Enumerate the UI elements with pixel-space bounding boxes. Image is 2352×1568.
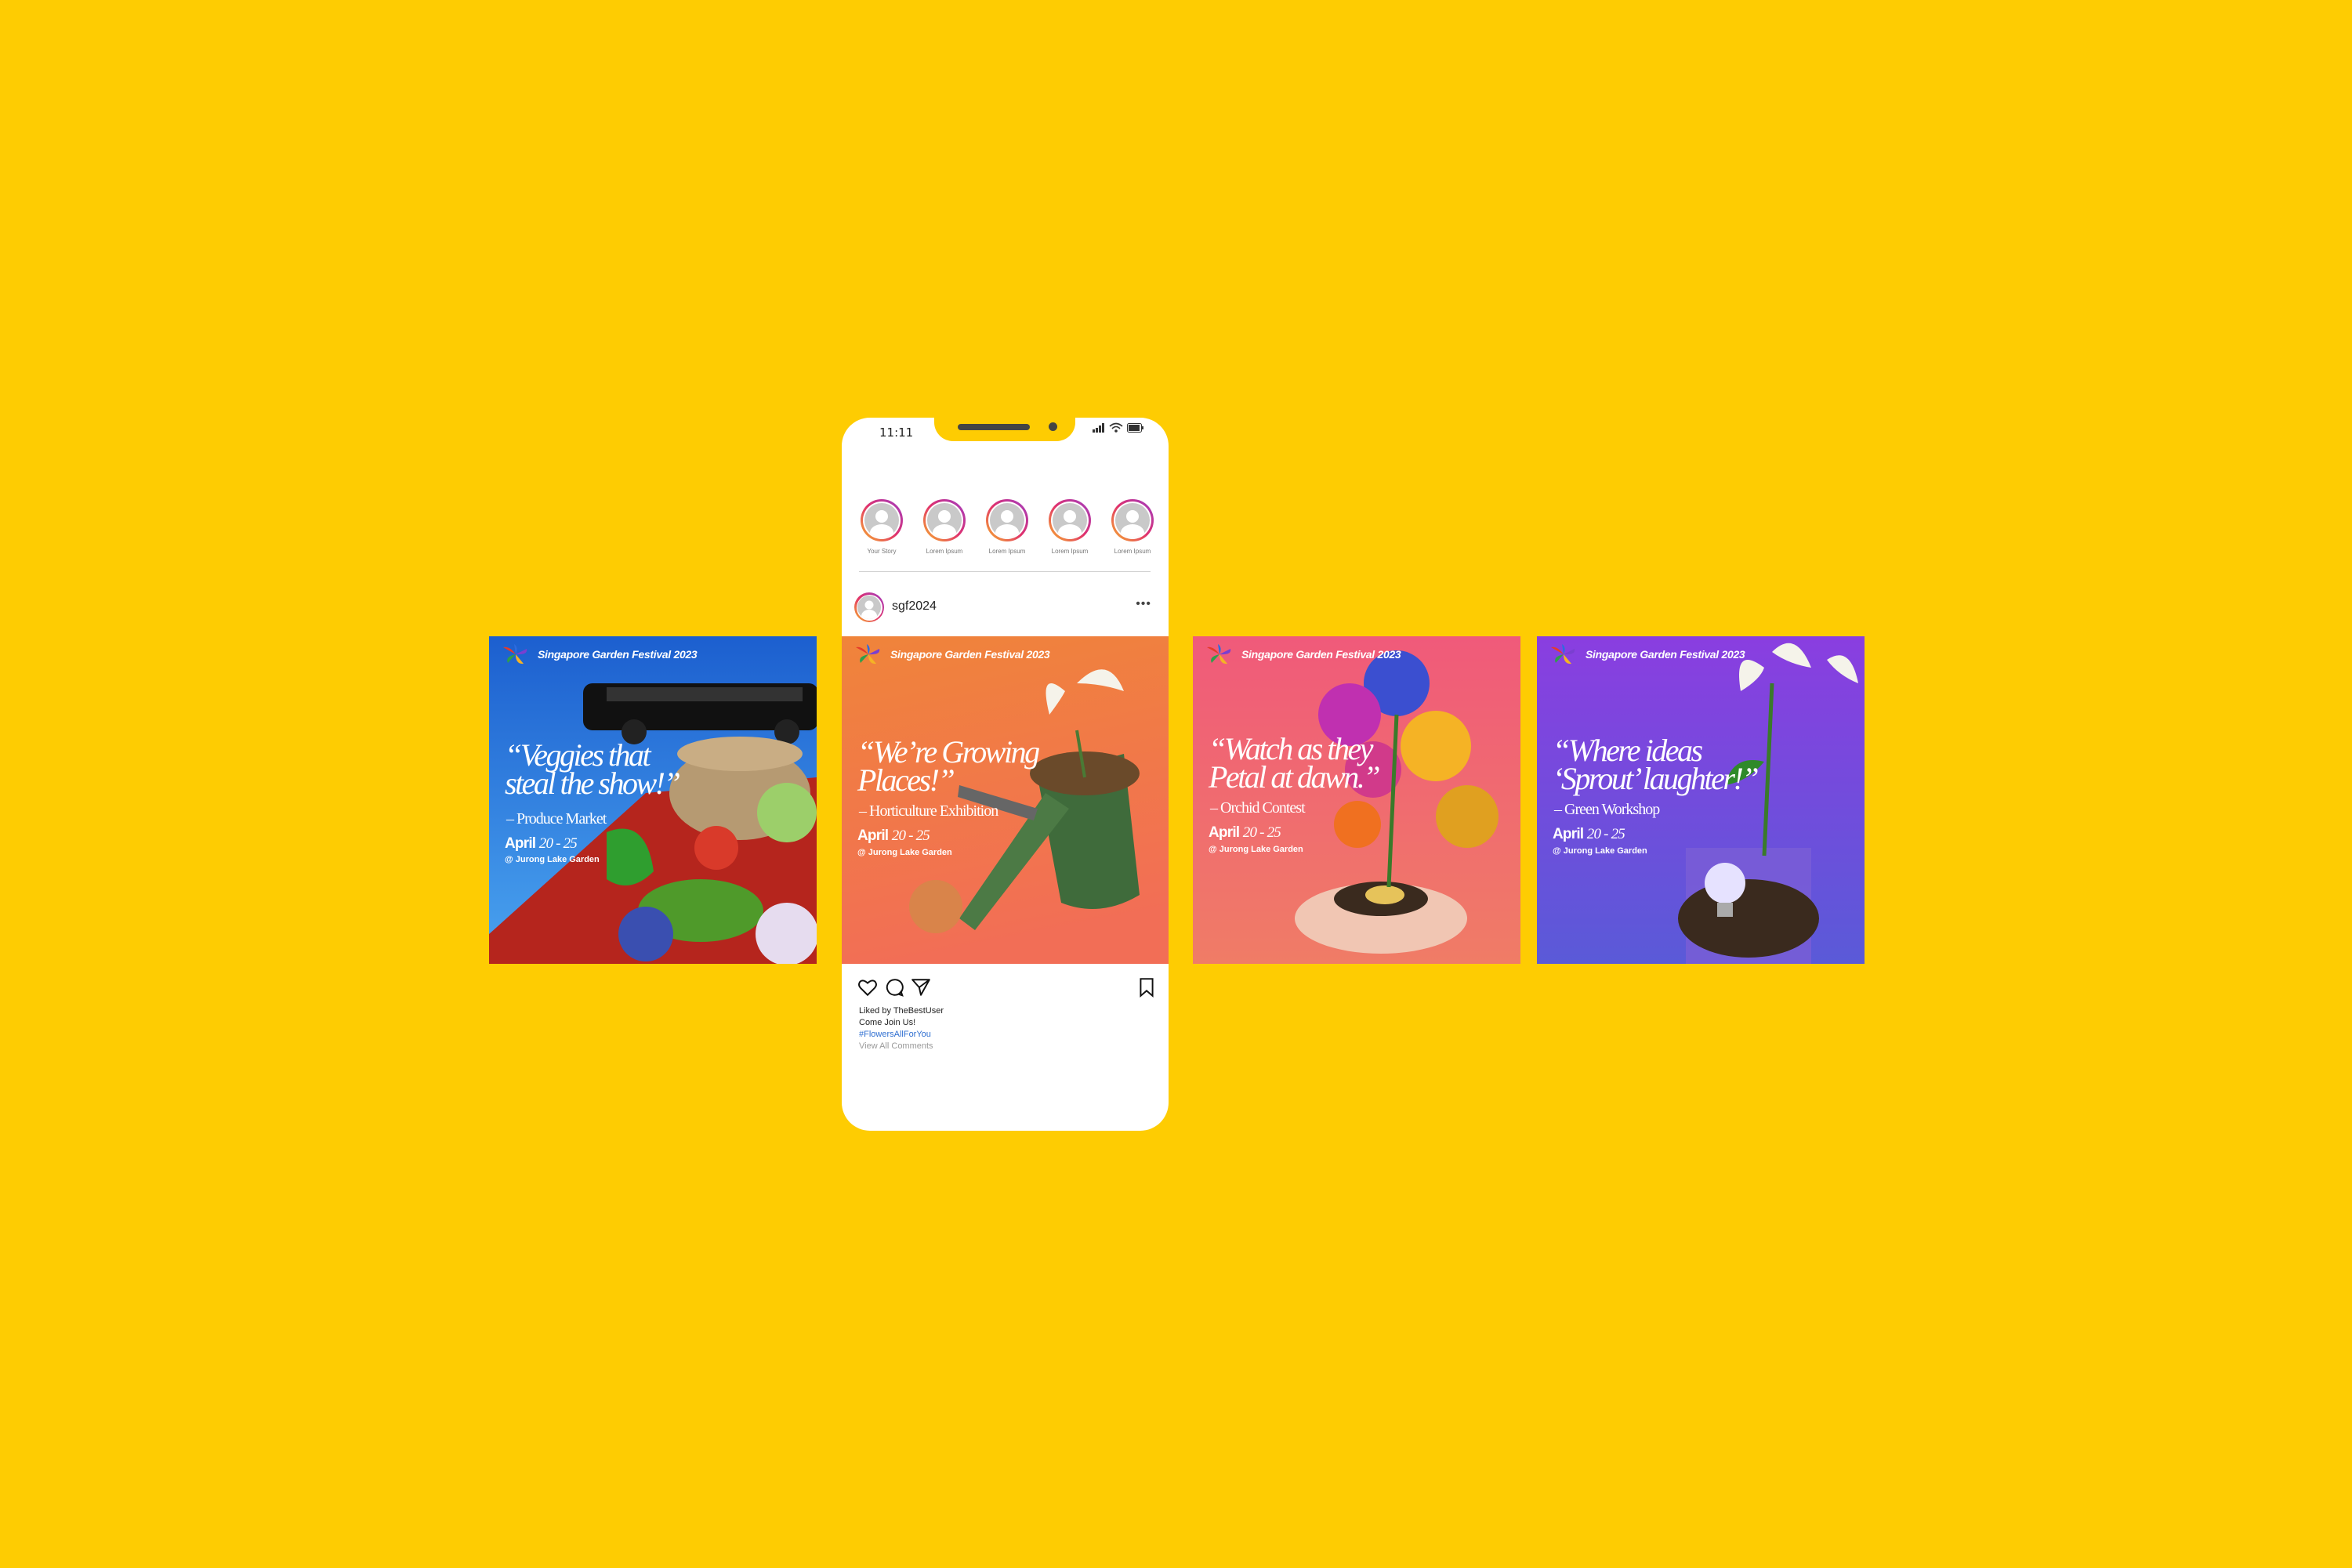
wifi-icon [1109,422,1123,433]
signal-icon [1093,423,1104,433]
post-venue: @ Jurong Lake Garden [1209,845,1303,854]
stories-row: Your Story Lorem Ipsum Lorem Ipsum Lorem… [857,499,1157,555]
stories-divider [859,571,1151,572]
avatar [1053,503,1087,538]
post-produce-market[interactable]: Singapore Garden Festival 2023 “Veggies … [489,636,817,964]
festival-name: Singapore Garden Festival 2023 [1241,648,1401,661]
avatar [927,503,962,538]
post-date: April 20 - 25 [857,827,930,844]
headline-line: Places!” [857,762,955,798]
post-subtitle: – Orchid Contest [1210,799,1306,817]
post-username[interactable]: sgf2024 [892,599,937,614]
festival-brand: Singapore Garden Festival 2023 [853,643,1050,666]
phone-mockup: 11:11 Your Story Lorem Ipsum Lorem Ipsum… [842,418,1169,1131]
post-headline: “Where ideas ‘Sprout’ laughter!” [1553,735,1759,796]
festival-name: Singapore Garden Festival 2023 [1586,648,1745,661]
post-subtitle: – Green Workshop [1554,801,1660,818]
story-item[interactable]: Lorem Ipsum [1046,499,1094,555]
story-label: Lorem Ipsum [988,548,1026,555]
post-headline: “We’re Growing Places!” [857,737,1040,798]
comment-icon[interactable] [884,977,904,998]
heart-icon[interactable] [857,977,878,998]
battery-icon [1127,423,1143,433]
story-item[interactable]: Lorem Ipsum [983,499,1031,555]
festival-logo [1204,643,1235,666]
liked-by[interactable]: Liked by TheBestUser [859,1005,944,1017]
post-venue: @ Jurong Lake Garden [505,855,600,864]
story-item[interactable]: Lorem Ipsum [1108,499,1157,555]
festival-name: Singapore Garden Festival 2023 [890,648,1050,661]
post-caption: Liked by TheBestUser Come Join Us! #Flow… [859,1005,944,1052]
status-icons [1093,422,1144,433]
post-horticulture-exhibition[interactable]: Singapore Garden Festival 2023 “We’re Gr… [842,636,1169,964]
post-orchid-contest[interactable]: Singapore Garden Festival 2023 “Watch as… [1193,636,1520,964]
post-user-avatar[interactable] [854,592,884,622]
post-venue: @ Jurong Lake Garden [857,848,952,857]
post-venue: @ Jurong Lake Garden [1553,846,1647,856]
festival-logo [853,643,884,666]
story-label: Lorem Ipsum [1051,548,1089,555]
phone-speaker [958,424,1030,430]
hashtag-link[interactable]: #FlowersAllForYou [859,1029,944,1041]
caption-text: Come Join Us! [859,1018,916,1027]
phone-camera [1049,422,1057,431]
avatar [990,503,1024,538]
festival-brand: Singapore Garden Festival 2023 [1548,643,1745,666]
festival-name: Singapore Garden Festival 2023 [538,648,698,661]
headline-line: Petal at dawn.” [1209,759,1380,795]
bookmark-icon[interactable] [1138,977,1155,998]
festival-brand: Singapore Garden Festival 2023 [500,643,698,666]
story-your-story[interactable]: Your Story [857,499,906,555]
post-date: April 20 - 25 [505,835,578,852]
post-subtitle: – Produce Market [506,810,607,827]
post-date: April 20 - 25 [1209,824,1281,841]
avatar [864,503,899,538]
post-date: April 20 - 25 [1553,826,1625,842]
story-label: Lorem Ipsum [1114,548,1151,555]
post-header: sgf2024 ••• [854,592,1156,624]
post-headline: “Watch as they Petal at dawn.” [1209,733,1380,795]
story-label: Your Story [867,548,897,555]
status-time: 11:11 [879,425,914,440]
post-artwork [842,636,1169,964]
festival-logo [1548,643,1579,666]
story-label: Lorem Ipsum [926,548,963,555]
festival-logo [500,643,531,666]
post-actions [857,976,1155,999]
post-artwork [1537,636,1865,964]
post-subtitle: – Horticulture Exhibition [859,802,998,820]
share-icon[interactable] [911,977,931,998]
headline-line: ‘Sprout’ laughter!” [1553,761,1759,796]
post-green-workshop[interactable]: Singapore Garden Festival 2023 “Where id… [1537,636,1865,964]
more-icon[interactable]: ••• [1136,597,1151,611]
post-headline: “Veggies that steal the show!” [505,740,681,801]
festival-brand: Singapore Garden Festival 2023 [1204,643,1401,666]
headline-line: steal the show!” [505,766,681,801]
view-comments-link[interactable]: View All Comments [859,1041,944,1052]
story-item[interactable]: Lorem Ipsum [920,499,969,555]
avatar [1115,503,1150,538]
